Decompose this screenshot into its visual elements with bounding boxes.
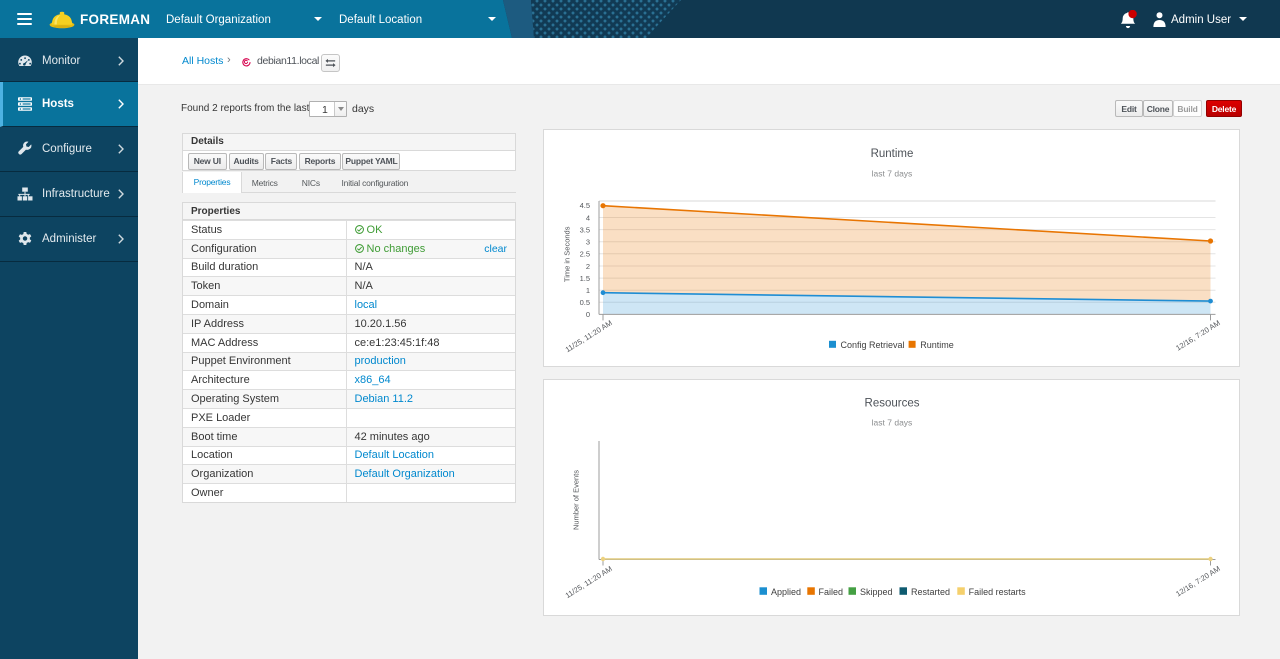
svg-text:Time in Seconds: Time in Seconds	[563, 226, 572, 282]
svg-text:Runtime: Runtime	[871, 148, 914, 160]
svg-text:Failed restarts: Failed restarts	[969, 587, 1027, 597]
svg-text:3.5: 3.5	[580, 225, 590, 234]
svg-text:11/25, 11:20 AM: 11/25, 11:20 AM	[564, 318, 614, 354]
svg-text:4.5: 4.5	[580, 201, 590, 210]
svg-text:2: 2	[586, 262, 590, 271]
svg-text:0.5: 0.5	[580, 298, 590, 307]
svg-text:Applied: Applied	[771, 587, 801, 597]
svg-text:Config Retrieval: Config Retrieval	[841, 340, 905, 350]
svg-text:1.5: 1.5	[580, 274, 590, 283]
svg-text:last 7 days: last 7 days	[872, 418, 913, 428]
svg-text:1: 1	[586, 286, 590, 295]
svg-text:4: 4	[586, 213, 590, 222]
svg-text:3: 3	[586, 238, 590, 247]
svg-text:Failed: Failed	[819, 587, 844, 597]
svg-text:Runtime: Runtime	[920, 340, 954, 350]
svg-text:Number of Events: Number of Events	[572, 470, 581, 530]
svg-text:12/16, 7:20 AM: 12/16, 7:20 AM	[1174, 564, 1222, 598]
svg-text:0: 0	[586, 310, 590, 319]
svg-text:2.5: 2.5	[580, 250, 590, 259]
svg-text:Skipped: Skipped	[860, 587, 893, 597]
svg-text:12/16, 7:20 AM: 12/16, 7:20 AM	[1174, 318, 1222, 352]
svg-text:11/25, 11:20 AM: 11/25, 11:20 AM	[564, 564, 614, 600]
svg-text:Resources: Resources	[865, 397, 920, 409]
svg-text:Restarted: Restarted	[911, 587, 950, 597]
svg-text:last 7 days: last 7 days	[872, 169, 913, 179]
